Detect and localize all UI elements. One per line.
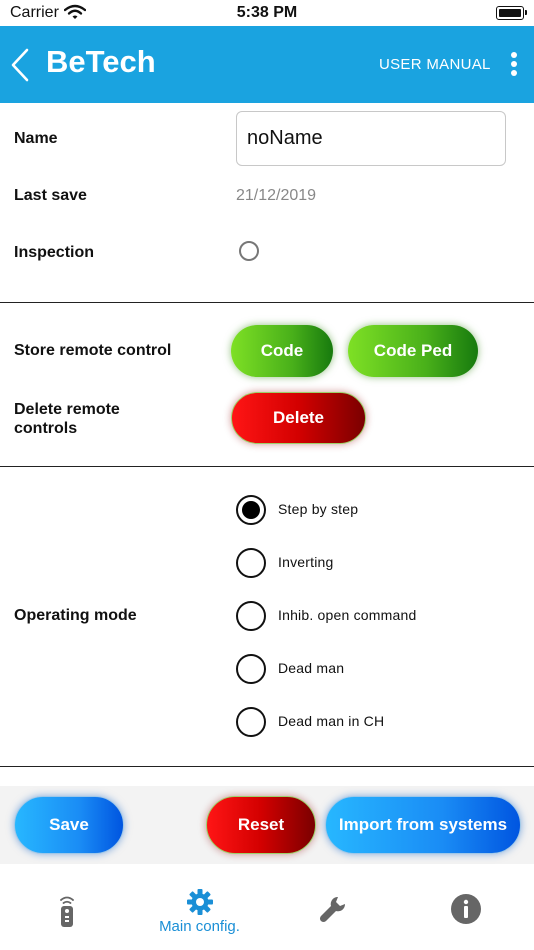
code-ped-button[interactable]: Code Ped: [348, 325, 478, 377]
section-divider: [0, 302, 534, 303]
store-remote-label: Store remote control: [14, 342, 172, 359]
tab-main-config-label: Main config.: [159, 918, 240, 935]
user-manual-link[interactable]: USER MANUAL: [379, 56, 491, 73]
last-save-value: 21/12/2019: [236, 187, 317, 204]
tab-bar: Main config.: [0, 864, 534, 950]
action-bar: Save Reset Import from systems: [0, 786, 534, 864]
status-bar: Carrier 5:38 PM: [0, 0, 534, 26]
name-label: Name: [14, 130, 58, 147]
section-divider: [0, 466, 534, 467]
last-save-label: Last save: [14, 187, 87, 204]
app-title: BeTech: [46, 44, 156, 79]
wrench-icon: [319, 896, 345, 923]
tab-remote[interactable]: [0, 864, 133, 950]
inhib-open-command-radio[interactable]: [236, 601, 266, 631]
name-input[interactable]: [236, 111, 506, 166]
dead-man-in-ch-radio[interactable]: [236, 707, 266, 737]
more-options-icon[interactable]: [506, 52, 522, 78]
operating-mode-label: Operating mode: [14, 607, 137, 624]
reset-button[interactable]: Reset: [206, 796, 316, 854]
step-by-step-radio[interactable]: [236, 495, 266, 525]
inverting-label: Inverting: [278, 554, 334, 570]
section-divider: [0, 766, 534, 767]
tab-main-config[interactable]: Main config.: [133, 864, 266, 950]
tab-info[interactable]: [399, 864, 532, 950]
gear-icon: [186, 889, 213, 915]
inhib-open-command-label: Inhib. open command: [278, 607, 417, 623]
clock: 5:38 PM: [236, 4, 298, 21]
dead-man-in-ch-label: Dead man in CH: [278, 713, 385, 729]
delete-remote-label: Delete remote controls: [14, 401, 120, 437]
battery-icon: [496, 6, 527, 20]
dead-man-radio[interactable]: [236, 654, 266, 684]
inspection-radio[interactable]: [239, 241, 259, 261]
save-button[interactable]: Save: [14, 796, 124, 854]
dead-man-label: Dead man: [278, 660, 345, 676]
remote-control-icon: [59, 896, 74, 927]
info-icon: [450, 894, 481, 924]
code-button[interactable]: Code: [231, 325, 333, 377]
import-from-systems-button[interactable]: Import from systems: [325, 796, 521, 854]
app-header: BeTech USER MANUAL: [0, 26, 534, 103]
inspection-label: Inspection: [14, 244, 95, 261]
step-by-step-label: Step by step: [278, 501, 359, 517]
delete-button[interactable]: Delete: [231, 392, 366, 444]
back-chevron-icon[interactable]: [10, 48, 30, 82]
inverting-radio[interactable]: [236, 548, 266, 578]
tab-tools[interactable]: [266, 864, 399, 950]
